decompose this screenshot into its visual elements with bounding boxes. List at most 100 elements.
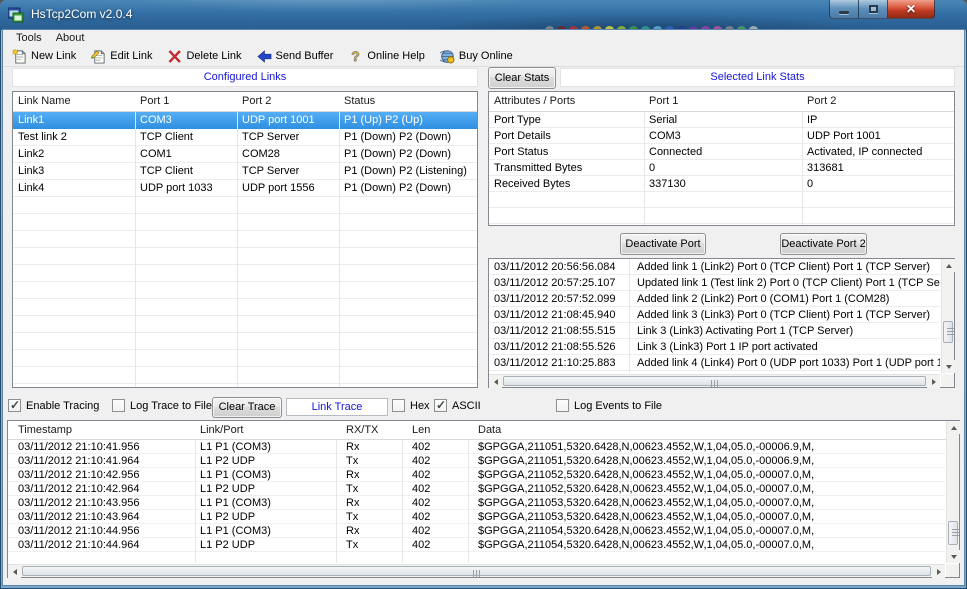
new-link-button[interactable]: New Link (8, 47, 83, 66)
trace-name-field[interactable]: Link Trace (286, 398, 388, 416)
trace-vscrollbar[interactable] (946, 421, 959, 563)
edit-link-icon (91, 49, 106, 64)
link-row[interactable]: Test link 2 TCP Client TCP Server P1 (Do… (13, 129, 477, 146)
trace-row[interactable]: 03/11/2012 21:10:44.964 L1 P2 UDP Tx 402… (8, 538, 945, 552)
hex-checkbox[interactable]: Hex (392, 399, 430, 412)
trace-row[interactable]: 03/11/2012 21:10:42.964 L1 P2 UDP Tx 402… (8, 482, 945, 496)
ascii-checkbox[interactable]: ASCII (434, 399, 481, 412)
trace-table-body: 03/11/2012 21:10:41.956 L1 P1 (COM3) Rx … (8, 440, 945, 563)
trace-row[interactable]: 03/11/2012 21:10:44.956 L1 P1 (COM3) Rx … (8, 524, 945, 538)
new-link-icon (12, 49, 27, 64)
edit-link-button[interactable]: Edit Link (87, 47, 159, 66)
enable-tracing-label: Enable Tracing (26, 400, 99, 412)
configured-links-title: Configured Links (12, 68, 478, 87)
col-stats-port1: Port 1 (649, 95, 678, 107)
trace-row[interactable]: 03/11/2012 21:10:43.964 L1 P2 UDP Tx 402… (8, 510, 945, 524)
event-row[interactable]: 03/11/2012 21:08:45.940 Added link 3 (Li… (489, 307, 940, 323)
scroll-left-icon[interactable] (491, 379, 498, 385)
trace-hthumb[interactable] (22, 566, 931, 576)
title-bar: HsTcp2Com v2.0.4 ✕ (0, 0, 967, 30)
log-events-label: Log Events to File (574, 400, 662, 412)
event-log-vthumb[interactable] (943, 321, 953, 343)
stats-row: Port Status Connected Activated, IP conn… (489, 144, 954, 160)
delete-link-button[interactable]: Delete Link (163, 47, 248, 66)
trace-row[interactable]: 03/11/2012 21:10:42.956 L1 P1 (COM3) Rx … (8, 468, 945, 482)
buy-online-label: Buy Online (459, 50, 513, 62)
scroll-up-icon[interactable] (951, 423, 957, 430)
grid-line (135, 112, 136, 387)
deactivate-port1-button[interactable]: Deactivate Port 1 (620, 233, 706, 255)
grid-line (629, 259, 630, 373)
scrollbar-corner (941, 374, 954, 387)
menu-tools[interactable]: Tools (9, 31, 49, 45)
edit-link-label: Edit Link (110, 50, 152, 62)
ascii-label: ASCII (452, 400, 481, 412)
stats-row: Port Details COM3 UDP Port 1001 (489, 128, 954, 144)
scroll-right-icon[interactable] (937, 569, 944, 575)
trace-hscrollbar[interactable] (8, 564, 945, 577)
link-row[interactable]: Link1 COM3 UDP port 1001 P1 (Up) P2 (Up) (13, 112, 477, 129)
toolbar: New Link Edit Link Delete Link (3, 46, 964, 67)
buy-online-button[interactable]: Buy Online (436, 47, 520, 66)
scroll-down-icon[interactable] (951, 555, 957, 562)
clear-stats-button[interactable]: Clear Stats (488, 67, 556, 89)
send-buffer-button[interactable]: Send Buffer (253, 47, 341, 66)
event-row[interactable]: 03/11/2012 21:10:25.883 Added link 4 (Li… (489, 355, 940, 371)
col-link-port: Link/Port (200, 424, 243, 436)
col-stats-port2: Port 2 (807, 95, 836, 107)
grid-line (195, 440, 196, 563)
col-data: Data (478, 424, 501, 436)
checkbox-icon (556, 399, 569, 412)
close-button[interactable]: ✕ (888, 0, 935, 19)
trace-table-header: Timestamp Link/Port RX/TX Len Data (8, 421, 959, 440)
buy-online-icon (440, 49, 455, 64)
event-log-hscrollbar[interactable] (489, 374, 940, 387)
event-row[interactable]: 03/11/2012 20:56:56.084 Added link 1 (Li… (489, 259, 940, 275)
event-row[interactable]: 03/11/2012 21:08:55.515 Link 3 (Link3) A… (489, 323, 940, 339)
minimize-button[interactable] (829, 0, 859, 19)
log-trace-checkbox[interactable]: Log Trace to File (112, 399, 212, 412)
svg-text:?: ? (352, 49, 361, 64)
checkbox-icon (8, 399, 21, 412)
link-row[interactable]: Link3 TCP Client TCP Server P1 (Down) P2… (13, 163, 477, 180)
grid-line (402, 440, 403, 563)
delete-link-label: Delete Link (186, 50, 241, 62)
link-row[interactable]: Link4 UDP port 1033 UDP port 1556 P1 (Do… (13, 180, 477, 197)
event-log: 03/11/2012 20:56:56.084 Added link 1 (Li… (488, 258, 955, 388)
scroll-up-icon[interactable] (946, 261, 952, 268)
link-stats-body: Port Type Serial IP Port Details COM3 UD… (489, 112, 954, 225)
col-status: Status (344, 95, 375, 107)
scroll-right-icon[interactable] (932, 379, 939, 385)
maximize-button[interactable] (859, 0, 888, 19)
menu-about[interactable]: About (49, 31, 92, 45)
grid-line (644, 112, 645, 225)
event-log-hthumb[interactable] (503, 376, 926, 386)
event-log-vscrollbar[interactable] (941, 259, 954, 373)
clear-trace-button[interactable]: Clear Trace (212, 397, 282, 418)
event-row[interactable]: 03/11/2012 21:08:55.526 Link 3 (Link3) P… (489, 339, 940, 355)
trace-table: Timestamp Link/Port RX/TX Len Data 03/11… (7, 420, 960, 578)
trace-row[interactable]: 03/11/2012 21:10:41.964 L1 P2 UDP Tx 402… (8, 454, 945, 468)
event-row[interactable]: 03/11/2012 20:57:52.099 Added link 2 (Li… (489, 291, 940, 307)
grid-line (802, 112, 803, 225)
scroll-down-icon[interactable] (946, 365, 952, 372)
send-buffer-icon (257, 49, 272, 64)
trace-row[interactable]: 03/11/2012 21:10:41.956 L1 P1 (COM3) Rx … (8, 440, 945, 454)
col-len: Len (412, 424, 430, 436)
stats-row: Transmitted Bytes 0 313681 (489, 160, 954, 176)
col-attributes: Attributes / Ports (494, 95, 575, 107)
enable-tracing-checkbox[interactable]: Enable Tracing (8, 399, 99, 412)
checkbox-icon (434, 399, 447, 412)
trace-row[interactable]: 03/11/2012 21:10:43.956 L1 P1 (COM3) Rx … (8, 496, 945, 510)
event-row[interactable]: 03/11/2012 20:57:25.107 Updated link 1 (… (489, 275, 940, 291)
link-row[interactable]: Link2 COM1 COM28 P1 (Down) P2 (Down) (13, 146, 477, 163)
window-controls: ✕ (829, 0, 935, 19)
log-events-checkbox[interactable]: Log Events to File (556, 399, 662, 412)
online-help-button[interactable]: ? Online Help (344, 47, 431, 66)
trace-vthumb[interactable] (948, 521, 958, 545)
app-body: Tools About New Link (3, 30, 964, 585)
menu-bar: Tools About (3, 30, 964, 46)
scroll-left-icon[interactable] (10, 569, 17, 575)
deactivate-port2-button[interactable]: Deactivate Port 2 (780, 233, 867, 255)
close-icon: ✕ (906, 3, 916, 15)
